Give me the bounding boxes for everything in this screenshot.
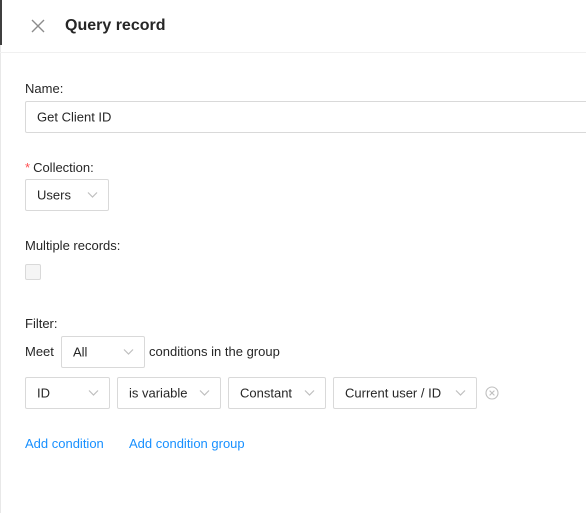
meet-select-value: All (73, 344, 88, 360)
condition-field-value: ID (37, 385, 50, 401)
add-condition-link[interactable]: Add condition (25, 436, 104, 451)
drawer-divider (0, 45, 1, 513)
condition-field-select[interactable]: ID (25, 377, 110, 409)
close-icon[interactable] (30, 18, 46, 34)
chevron-down-icon (88, 390, 99, 396)
chevron-down-icon (123, 349, 134, 355)
condition-operator-select[interactable]: is variable (117, 377, 221, 409)
multiple-records-checkbox[interactable] (25, 264, 41, 280)
name-label: Name: (25, 81, 64, 96)
name-input-value: Get Client ID (37, 109, 112, 125)
collection-select[interactable]: Users (25, 179, 109, 211)
condition-value-value: Current user / ID (345, 385, 442, 401)
chevron-down-icon (455, 390, 466, 396)
chevron-down-icon (87, 192, 98, 198)
name-input[interactable]: Get Client ID (25, 101, 586, 133)
page-title: Query record (65, 17, 166, 34)
meet-select[interactable]: All (61, 336, 145, 368)
remove-circle-icon[interactable] (485, 386, 499, 400)
required-mark: * (25, 160, 31, 175)
collection-select-value: Users (37, 187, 71, 203)
meet-suffix: conditions in the group (149, 344, 280, 359)
multiple-records-label: Multiple records: (25, 238, 121, 253)
condition-operator-value: is variable (129, 385, 188, 401)
drawer-header: Query record (0, 0, 586, 53)
meet-prefix: Meet (25, 344, 54, 359)
chevron-down-icon (304, 390, 315, 396)
condition-value-type-value: Constant (240, 385, 293, 401)
chevron-down-icon (199, 390, 210, 396)
filter-label: Filter: (25, 316, 58, 331)
condition-value-select[interactable]: Current user / ID (333, 377, 477, 409)
collection-label: * Collection: (25, 160, 94, 175)
condition-value-type-select[interactable]: Constant (228, 377, 326, 409)
add-condition-group-link[interactable]: Add condition group (129, 436, 245, 451)
